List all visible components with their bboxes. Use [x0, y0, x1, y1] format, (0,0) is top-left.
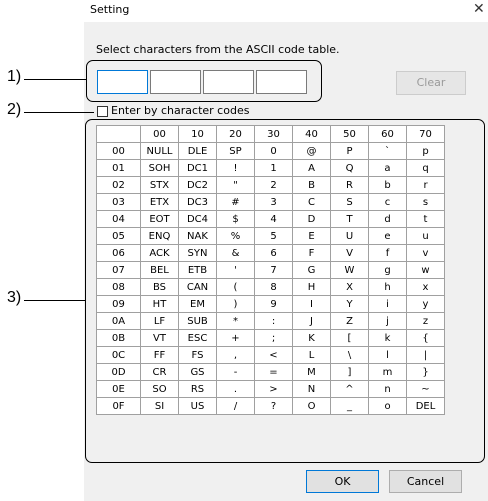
enter-by-codes-label[interactable]: Enter by character codes [111, 104, 249, 117]
dialog-title: Setting [90, 3, 130, 16]
callout-3-leader [24, 300, 85, 301]
close-icon[interactable]: ✕ [473, 1, 485, 17]
instruction-text: Select characters from the ASCII code ta… [96, 43, 340, 56]
clear-button[interactable]: Clear [396, 71, 466, 95]
ok-button[interactable]: OK [306, 470, 379, 493]
callout-1-label: 1) [7, 68, 22, 85]
callout-3-frame [85, 119, 485, 463]
title-bar [84, 0, 488, 22]
callout-1-frame [86, 60, 322, 102]
cancel-button[interactable]: Cancel [389, 470, 462, 493]
callout-2-leader [24, 112, 94, 113]
callout-1-leader [24, 79, 86, 80]
enter-by-codes-checkbox[interactable] [97, 106, 108, 117]
callout-3-label: 3) [7, 289, 22, 306]
callout-2-label: 2) [7, 101, 22, 118]
